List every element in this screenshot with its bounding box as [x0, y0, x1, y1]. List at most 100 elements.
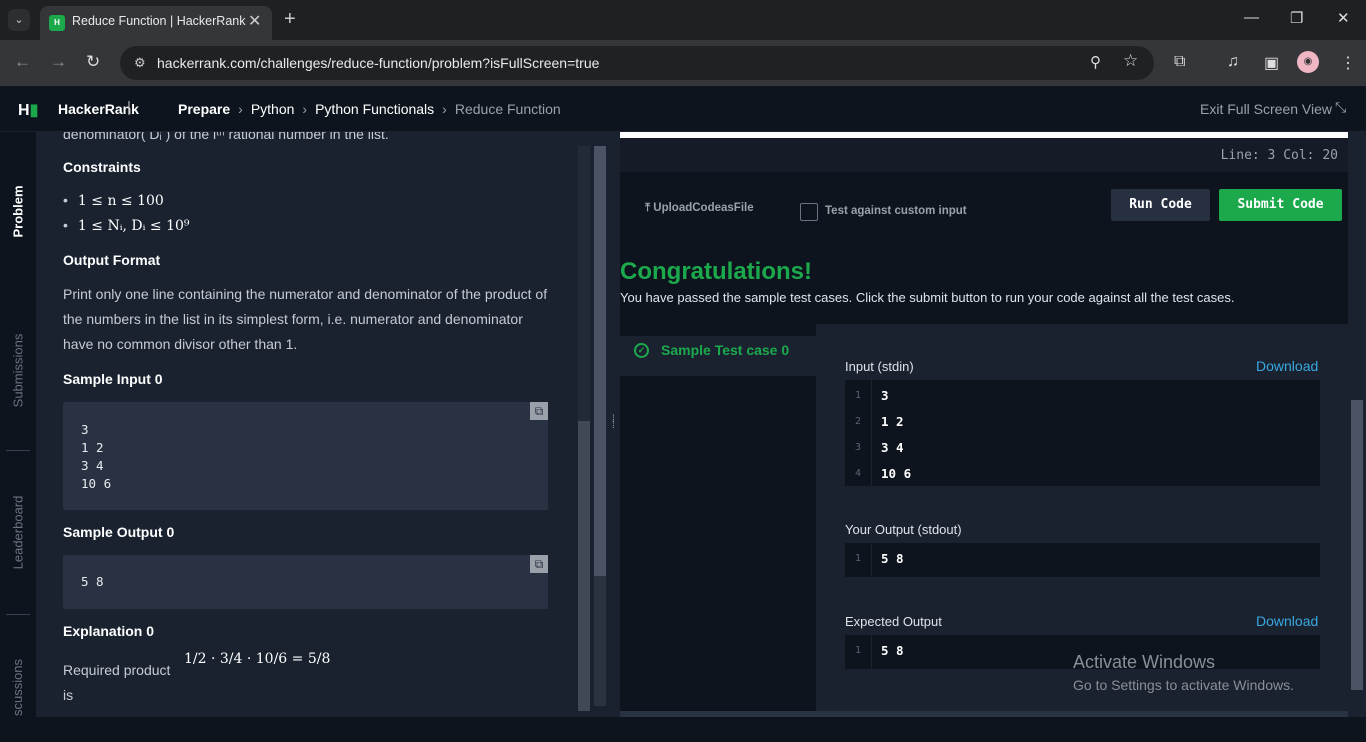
sample-input-box: 3 1 2 3 4 10 6 ⧉ [63, 402, 548, 510]
testcase-list: ✓ Sample Test case 0 [620, 324, 817, 717]
testcase-label: Sample Test case 0 [661, 342, 790, 358]
collapse-icon[interactable]: ⤡ [1335, 99, 1346, 116]
close-tab-icon[interactable]: ✕ [248, 11, 261, 31]
check-circle-icon: ✓ [634, 343, 649, 358]
constraint-item: 1 ≤ Nᵢ, Dᵢ ≤ 10⁹ [63, 213, 190, 238]
hackerrank-header: H▮ HackerRank | Prepare › Python › Pytho… [0, 86, 1366, 132]
testcase-item[interactable]: ✓ Sample Test case 0 [620, 336, 817, 376]
tab-submissions-label: Submissions [10, 333, 26, 407]
io-row: 2 1 2 [845, 410, 1320, 436]
sample-input-heading: Sample Input 0 [63, 371, 163, 387]
sample-output-heading: Sample Output 0 [63, 524, 175, 540]
scroll-thumb[interactable] [1351, 400, 1363, 690]
expected-output-label: Expected Output [845, 614, 942, 629]
browser-tab[interactable]: H Reduce Function | HackerRank ✕ [40, 6, 272, 40]
test-results-panel: ✓ Sample Test case 0 Input (stdin) Downl… [620, 324, 1348, 717]
tab-submissions[interactable]: Submissions [0, 300, 36, 440]
line-number: 1 [854, 645, 862, 656]
browser-toolbar: ← → ↻ ⚙ hackerrank.com/challenges/reduce… [0, 40, 1366, 86]
line-number: 1 [854, 390, 862, 401]
editor-scrollbar[interactable] [1348, 132, 1366, 717]
chevron-right-icon: › [238, 101, 243, 117]
partial-text: denominator( Dᵢ ) of the iᵗʰ rational nu… [63, 132, 389, 142]
tab-problem[interactable]: Problem [0, 132, 36, 290]
io-row: 1 5 8 [845, 547, 1320, 573]
scroll-track[interactable] [594, 146, 606, 706]
reload-icon[interactable]: ↻ [86, 52, 100, 72]
your-output-label: Your Output (stdout) [845, 522, 962, 537]
hackerrank-logo[interactable]: H▮ [18, 100, 38, 120]
activate-windows-title: Activate Windows [1073, 652, 1216, 672]
restore-icon[interactable]: ❐ [1290, 9, 1303, 27]
profile-avatar[interactable]: ◉ [1297, 51, 1319, 73]
site-info-icon[interactable]: ⚙ [134, 55, 146, 71]
close-window-icon[interactable]: ✕ [1337, 9, 1350, 27]
side-panel-icon[interactable]: ▣ [1264, 53, 1279, 73]
minimize-icon[interactable]: — [1244, 9, 1259, 26]
result-message: You have passed the sample test cases. C… [620, 290, 1235, 305]
chevron-right-icon: › [442, 101, 447, 117]
tab-leaderboard[interactable]: Leaderboard [0, 462, 36, 602]
io-text: 3 4 [881, 440, 904, 455]
io-row: 13 [845, 384, 1320, 410]
copy-icon[interactable]: ⧉ [530, 555, 548, 573]
outer-scroll-track[interactable] [578, 146, 590, 711]
forward-icon[interactable]: → [50, 52, 67, 72]
download-input-link[interactable]: Download [1256, 358, 1318, 374]
io-row: 3 3 4 [845, 436, 1320, 462]
copy-icon[interactable]: ⧉ [530, 402, 548, 420]
drag-grip-icon[interactable]: ⁞ ⁞ [612, 415, 615, 431]
tab-discussions[interactable]: scussions [0, 632, 36, 742]
problem-scrollbar[interactable] [576, 132, 610, 717]
outer-scroll-thumb[interactable] [578, 421, 590, 711]
explanation-heading: Explanation 0 [63, 623, 155, 639]
scroll-thumb[interactable] [594, 146, 606, 576]
io-row: 4 10 6 [845, 462, 1320, 488]
back-icon[interactable]: ← [14, 52, 31, 72]
pane-resize-handle[interactable]: ⁞ ⁞ [610, 132, 620, 717]
exit-fullscreen-link[interactable]: Exit Full Screen View [1200, 101, 1332, 117]
submit-code-button[interactable]: Submit Code [1219, 189, 1342, 221]
upload-code-button[interactable]: ⤒ UploadCodeasFile [645, 202, 754, 215]
breadcrumb-python[interactable]: Python [251, 101, 295, 117]
io-text: 10 6 [881, 466, 912, 481]
breadcrumb: Prepare › Python › Python Functionals › … [178, 101, 561, 117]
tab-divider [6, 450, 30, 451]
explanation-math: 1/2 · 3/4 · 10/6 = 5/8 [184, 651, 331, 667]
io-text: 1 2 [881, 414, 904, 429]
extensions-icon[interactable]: ⧉ [1174, 53, 1185, 71]
url-text[interactable]: hackerrank.com/challenges/reduce-functio… [157, 55, 599, 71]
tab-discussions-label: scussions [10, 658, 26, 716]
line-number: 1 [854, 553, 862, 564]
tab-problem-label: Problem [10, 184, 26, 238]
line-number: 2 [854, 416, 862, 427]
line-number: 4 [854, 468, 862, 479]
run-code-button[interactable]: Run Code [1111, 189, 1210, 221]
breadcrumb-python-functionals[interactable]: Python Functionals [315, 101, 434, 117]
browser-menu-icon[interactable]: ⋮ [1340, 53, 1356, 73]
your-output-box: 1 5 8 [845, 543, 1320, 577]
breadcrumb-current: Reduce Function [454, 101, 561, 117]
input-label: Input (stdin) [845, 359, 914, 374]
address-bar[interactable]: ⚙ hackerrank.com/challenges/reduce-funct… [120, 46, 1154, 80]
congrats-heading: Congratulations! [620, 258, 812, 285]
bookmark-star-icon[interactable]: ☆ [1123, 51, 1138, 71]
output-format-heading: Output Format [63, 252, 161, 268]
tab-leaderboard-label: Leaderboard [10, 495, 26, 569]
constraints-list: 1 ≤ n ≤ 100 1 ≤ Nᵢ, Dᵢ ≤ 10⁹ [63, 188, 190, 238]
hackerrank-favicon: H [49, 15, 65, 31]
zoom-icon[interactable]: ⚲ [1090, 53, 1101, 71]
explanation-text: Required product is [63, 662, 171, 703]
media-control-icon[interactable]: ♫ [1227, 53, 1239, 71]
custom-input-checkbox[interactable] [800, 203, 818, 221]
activate-windows-hint: Go to Settings to activate Windows. [1073, 677, 1294, 693]
breadcrumb-prepare[interactable]: Prepare [178, 101, 230, 117]
download-expected-link[interactable]: Download [1256, 613, 1318, 629]
custom-input-label[interactable]: Test against custom input [825, 205, 967, 217]
io-text: 5 8 [881, 551, 904, 566]
tab-search-icon[interactable]: ⌄ [8, 9, 30, 31]
horizontal-scrollbar[interactable] [620, 711, 1348, 717]
new-tab-icon[interactable]: + [284, 8, 296, 31]
tab-title: Reduce Function | HackerRank [72, 14, 246, 28]
chevron-right-icon: › [302, 101, 308, 117]
